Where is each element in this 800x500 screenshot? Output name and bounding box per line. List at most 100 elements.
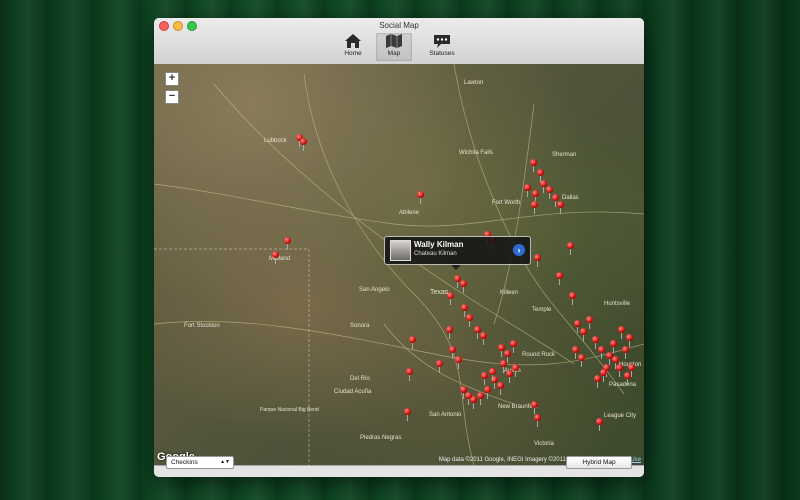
checkin-pin[interactable] — [537, 169, 544, 182]
map-icon — [386, 34, 402, 48]
checkin-pin[interactable] — [624, 372, 631, 385]
checkin-pin[interactable] — [530, 159, 537, 172]
checkin-pin[interactable] — [534, 414, 541, 427]
map-label-fort-worth: Fort Worth — [492, 200, 520, 206]
zoom-out-button[interactable]: − — [165, 90, 179, 104]
checkin-pin[interactable] — [474, 326, 481, 339]
checkin-pin[interactable] — [532, 190, 539, 203]
map-label-temple: Temple — [532, 307, 552, 313]
checkin-pin[interactable] — [531, 201, 538, 214]
map-label-piedras-negras: Piedras Negras — [360, 435, 401, 441]
checkin-pin[interactable] — [406, 368, 413, 381]
checkin-pin[interactable] — [556, 272, 563, 285]
checkin-pin[interactable] — [504, 350, 511, 363]
zoom-in-button[interactable]: + — [165, 72, 179, 86]
checkin-pin[interactable] — [447, 292, 454, 305]
window-title: Social Map — [379, 21, 419, 30]
popup-arrows-icon: ▲▼ — [220, 459, 230, 465]
avatar — [390, 240, 411, 261]
checkin-pin[interactable] — [506, 370, 513, 383]
map-label-killeen: Killeen — [500, 290, 518, 296]
checkin-pin[interactable] — [580, 328, 587, 341]
checkin-pin[interactable] — [460, 280, 467, 293]
checkin-pin[interactable] — [449, 346, 456, 359]
map-label-texas: Texas — [430, 289, 449, 296]
map-label-ciudad-acuna: Ciudad Acuña — [334, 389, 372, 395]
checkin-pin[interactable] — [616, 364, 623, 377]
checkin-pin[interactable] — [552, 194, 559, 207]
checkin-pin[interactable] — [594, 375, 601, 388]
checkin-pin[interactable] — [626, 334, 633, 347]
checkin-pin[interactable] — [598, 346, 605, 359]
checkin-pin[interactable] — [569, 292, 576, 305]
checkin-pin[interactable] — [578, 354, 585, 367]
checkin-pin[interactable] — [465, 392, 472, 405]
checkin-pin[interactable] — [497, 382, 504, 395]
checkin-pin[interactable] — [455, 356, 462, 369]
map-label-league-city: League City — [604, 413, 636, 419]
checkin-pin[interactable] — [477, 392, 484, 405]
checkin-pin[interactable] — [512, 364, 519, 377]
filter-value: Checkins — [171, 459, 198, 466]
checkin-pin[interactable] — [404, 408, 411, 421]
checkin-pin[interactable] — [460, 386, 467, 399]
checkin-pin[interactable] — [498, 344, 505, 357]
checkin-pin[interactable] — [596, 418, 603, 431]
checkin-pin[interactable] — [592, 336, 599, 349]
checkin-pin[interactable] — [531, 401, 538, 414]
checkin-pin[interactable] — [489, 368, 496, 381]
map-label-del-rio: Del Rio — [350, 376, 370, 382]
checkin-pin[interactable] — [480, 332, 487, 345]
map-view[interactable]: Lubbock Wichita Falls Sherman Abilene Fo… — [154, 64, 644, 465]
checkin-pin[interactable] — [586, 316, 593, 329]
user-callout[interactable]: Wally Kilman Chateau Kilman › — [384, 236, 531, 270]
checkin-pin[interactable] — [417, 191, 424, 204]
hybrid-map-button[interactable]: Hybrid Map — [566, 456, 632, 469]
checkin-pin[interactable] — [500, 360, 507, 373]
checkin-pin[interactable] — [600, 369, 607, 382]
statuses-toolbar-button[interactable]: Statuses — [424, 33, 460, 61]
checkin-pin[interactable] — [574, 320, 581, 333]
statuses-label: Statuses — [429, 50, 455, 57]
checkin-pin[interactable] — [540, 180, 547, 193]
map-label-lubbock: Lubbock — [264, 138, 288, 144]
checkin-pin[interactable] — [567, 242, 574, 255]
map-label-wichita-falls: Wichita Falls — [459, 150, 493, 156]
map-label-round-rock: Round Rock — [522, 352, 556, 358]
checkin-pin[interactable] — [409, 336, 416, 349]
speech-bubble-icon — [434, 35, 450, 48]
checkin-pin[interactable] — [572, 346, 579, 359]
checkin-pin[interactable] — [284, 237, 291, 250]
checkin-pin[interactable] — [546, 186, 553, 199]
checkin-pin[interactable] — [436, 360, 443, 373]
map-label-san-antonio: San Antonio — [429, 412, 462, 418]
checkin-pin[interactable] — [484, 386, 491, 399]
titlebar: Social Map Home Map Statuses — [154, 18, 644, 65]
checkin-pin[interactable] — [446, 326, 453, 339]
map-label-dallas: Dallas — [562, 195, 579, 201]
checkin-pin[interactable] — [461, 304, 468, 317]
map-label-lawton: Lawton — [464, 80, 483, 86]
checkin-pin[interactable] — [610, 340, 617, 353]
home-toolbar-button[interactable]: Home — [335, 33, 371, 61]
checkin-pin[interactable] — [524, 184, 531, 197]
checkin-pin[interactable] — [272, 251, 279, 264]
checkin-pin[interactable] — [557, 201, 564, 214]
checkin-pin[interactable] — [612, 356, 619, 369]
map-label-victoria: Victoria — [534, 441, 555, 447]
map-label-sonora: Sonora — [350, 323, 370, 329]
checkin-pin[interactable] — [510, 340, 517, 353]
map-toolbar-button[interactable]: Map — [376, 33, 412, 61]
checkin-pin[interactable] — [534, 254, 541, 267]
checkin-pin[interactable] — [466, 314, 473, 327]
checkin-pin[interactable] — [622, 346, 629, 359]
checkin-pin[interactable] — [300, 138, 307, 151]
map-label-big-bend: Parque Nacional Big Bend — [260, 407, 319, 413]
filter-popup[interactable]: Checkins ▲▼ — [166, 456, 234, 469]
checkin-pin[interactable] — [618, 326, 625, 339]
map-label-abilene: Abilene — [399, 210, 420, 216]
disclosure-arrow-icon[interactable]: › — [513, 244, 525, 256]
checkin-pin[interactable] — [481, 372, 488, 385]
checkin-pin[interactable] — [628, 364, 635, 377]
map-label-fort-stockton: Fort Stockton — [184, 323, 220, 329]
